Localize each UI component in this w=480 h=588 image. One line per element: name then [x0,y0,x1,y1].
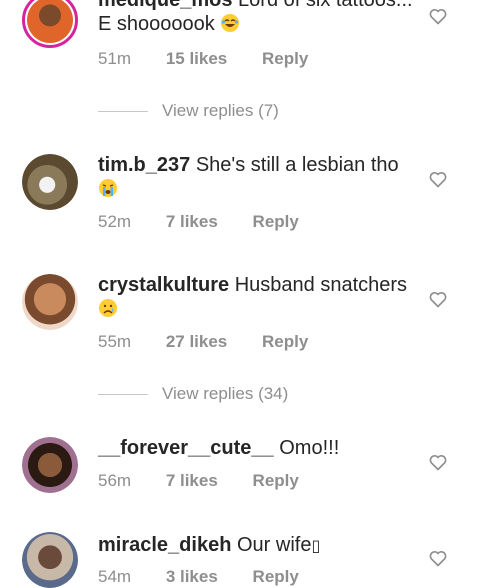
avatar[interactable] [22,437,78,493]
reply-button[interactable]: Reply [253,212,299,231]
comment-text: miracle_dikeh Our wife▯ [98,533,416,559]
laughing-emoji-icon [221,14,240,32]
view-replies-label[interactable]: View replies (7) [162,101,279,121]
comment-likes[interactable]: 3 likes [166,567,218,586]
comment-meta: 55m 27 likes Reply [98,332,338,352]
comment-likes[interactable]: 27 likes [166,332,227,351]
crying-face-emoji-icon [99,299,117,317]
comment-likes[interactable]: 7 likes [166,212,218,231]
comment-body: Husband snatchers [234,274,408,296]
comment-username[interactable]: __forever__cute__ [98,437,274,459]
avatar[interactable] [22,154,78,210]
comment-username[interactable]: crystalkulture [98,274,229,296]
avatar[interactable] [22,0,78,48]
comment-text: __forever__cute__ Omo!!! [98,436,416,460]
comment-time: 55m [98,332,132,351]
comment-body: Omo!!! [279,437,340,459]
avatar[interactable] [22,532,78,588]
heart-icon[interactable] [428,6,448,26]
comment-username[interactable]: medique_mos [98,0,232,11]
comment-meta: 52m 7 likes Reply [98,212,329,232]
divider [98,394,148,395]
heart-icon[interactable] [428,548,448,568]
comment-meta: 56m 7 likes Reply [98,471,329,491]
comment-body: She's still a lesbian tho [195,154,399,176]
heart-icon[interactable] [428,169,448,189]
heart-icon[interactable] [428,452,448,472]
comment-body: Our wife [236,534,312,556]
comment-time: 52m [98,212,132,231]
view-replies-label[interactable]: View replies (34) [162,384,288,404]
comment-meta: 54m 3 likes Reply [98,567,329,587]
comment-time: 54m [98,567,132,586]
reply-button[interactable]: Reply [262,49,308,68]
comment-username[interactable]: tim.b_237 [98,154,190,176]
comment-text: crystalkulture Husband snatchers [98,273,416,321]
comment-likes[interactable]: 15 likes [166,49,227,68]
divider [98,111,148,112]
reply-button[interactable]: Reply [262,332,308,351]
avatar[interactable] [22,274,78,330]
comment-likes[interactable]: 7 likes [166,471,218,490]
comment-username[interactable]: miracle_dikeh [98,534,231,556]
comment-time: 56m [98,471,132,490]
unsupported-glyph: ▯ [311,538,321,555]
comment-meta: 51m 15 likes Reply [98,49,338,69]
heart-icon[interactable] [428,289,448,309]
reply-button[interactable]: Reply [253,471,299,490]
comment-text: tim.b_237 She's still a lesbian tho [98,153,416,201]
comment-text: medique_mos Lord of six tattoos... E sho… [98,0,416,36]
reply-button[interactable]: Reply [253,567,299,586]
crying-emoji-icon [99,179,117,197]
comment-time: 51m [98,49,132,68]
